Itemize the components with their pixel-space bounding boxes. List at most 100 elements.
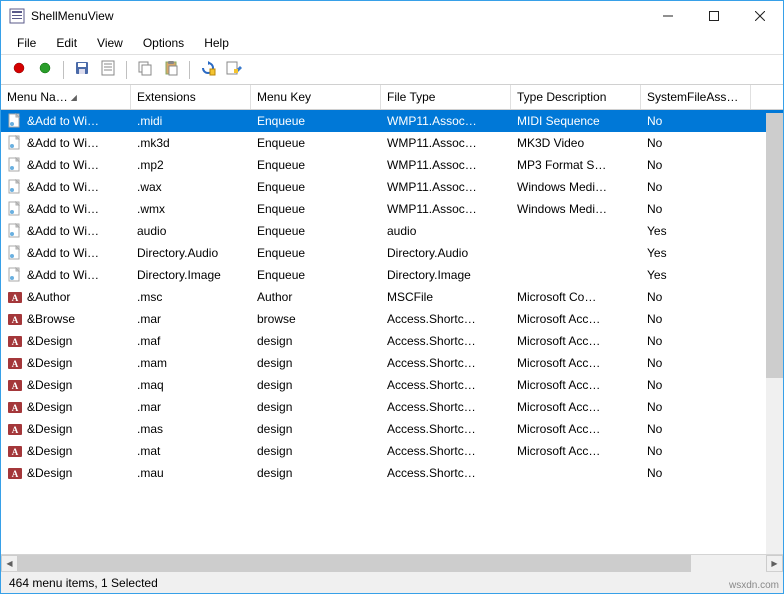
cell-text: &Add to Wi… [27, 158, 99, 172]
table-cell: &Add to Wi… [1, 133, 131, 153]
table-row[interactable]: A&Author.mscAuthorMSCFileMicrosoft Co…No [1, 286, 783, 308]
table-row[interactable]: A&Design.matdesignAccess.Shortc…Microsof… [1, 440, 783, 462]
table-cell: Yes [641, 266, 751, 284]
copy-button[interactable] [133, 58, 157, 82]
table-cell: audio [381, 222, 511, 240]
table-cell: .msc [131, 288, 251, 306]
table-cell: No [641, 178, 751, 196]
column-header[interactable]: File Type [381, 85, 511, 109]
table-cell: No [641, 442, 751, 460]
table-cell: .mas [131, 420, 251, 438]
red-dot-button[interactable] [7, 58, 31, 82]
table-cell: .mar [131, 398, 251, 416]
table-cell: design [251, 420, 381, 438]
properties-icon [100, 60, 116, 79]
table-body: &Add to Wi….midiEnqueueWMP11.Assoc…MIDI … [1, 110, 783, 484]
scrollbar-track[interactable] [18, 555, 766, 572]
table-cell: &Add to Wi… [1, 265, 131, 285]
menu-view[interactable]: View [87, 33, 133, 53]
app-icon [9, 8, 25, 24]
table-row[interactable]: A&Design.masdesignAccess.Shortc…Microsof… [1, 418, 783, 440]
table-cell: Enqueue [251, 200, 381, 218]
green-dot-button[interactable] [33, 58, 57, 82]
table-row[interactable]: A&Design.maudesignAccess.Shortc…No [1, 462, 783, 484]
table-cell: Enqueue [251, 112, 381, 130]
row-icon [7, 223, 23, 239]
statusbar: 464 menu items, 1 Selected [1, 571, 783, 593]
toolbar [1, 55, 783, 85]
table-row[interactable]: &Add to Wi….waxEnqueueWMP11.Assoc…Window… [1, 176, 783, 198]
svg-text:A: A [12, 337, 19, 347]
table-cell: Access.Shortc… [381, 464, 511, 482]
refresh-button[interactable] [196, 58, 220, 82]
column-header[interactable]: Menu Key [251, 85, 381, 109]
titlebar[interactable]: ShellMenuView [1, 1, 783, 31]
table-cell: No [641, 112, 751, 130]
table-cell: A&Design [1, 397, 131, 417]
cell-text: &Add to Wi… [27, 114, 99, 128]
table-cell: &Add to Wi… [1, 243, 131, 263]
scroll-left-arrow[interactable]: ◀ [1, 555, 18, 572]
save-button[interactable] [70, 58, 94, 82]
table-row[interactable]: &Add to Wi….midiEnqueueWMP11.Assoc…MIDI … [1, 110, 783, 132]
menu-file[interactable]: File [7, 33, 46, 53]
properties-button[interactable] [96, 58, 120, 82]
table-row[interactable]: A&Design.mamdesignAccess.Shortc…Microsof… [1, 352, 783, 374]
cell-text: &Browse [27, 312, 75, 326]
table-cell: Directory.Audio [381, 244, 511, 262]
column-label: File Type [387, 90, 435, 104]
column-header[interactable]: Type Description [511, 85, 641, 109]
table-row[interactable]: &Add to Wi….mp2EnqueueWMP11.Assoc…MP3 Fo… [1, 154, 783, 176]
minimize-button[interactable] [645, 1, 691, 31]
table-view[interactable]: Menu Na…◢ExtensionsMenu Key File Type Type… [1, 85, 783, 554]
table-cell: design [251, 354, 381, 372]
table-cell [511, 251, 641, 255]
table-cell: Enqueue [251, 222, 381, 240]
scrollbar-thumb[interactable] [766, 113, 783, 378]
table-cell: No [641, 332, 751, 350]
table-row[interactable]: A&Browse.marbrowseAccess.Shortc…Microsof… [1, 308, 783, 330]
table-cell: Microsoft Acc… [511, 354, 641, 372]
horizontal-scrollbar[interactable]: ◀ ▶ [1, 554, 783, 571]
table-cell: design [251, 398, 381, 416]
table-row[interactable]: &Add to Wi….mk3dEnqueueWMP11.Assoc…MK3D … [1, 132, 783, 154]
close-button[interactable] [737, 1, 783, 31]
table-row[interactable]: A&Design.mardesignAccess.Shortc…Microsof… [1, 396, 783, 418]
table-row[interactable]: &Add to Wi…Directory.ImageEnqueueDirecto… [1, 264, 783, 286]
scrollbar-thumb[interactable] [18, 555, 691, 572]
row-icon [7, 113, 23, 129]
column-header[interactable]: Menu Na…◢ [1, 85, 131, 109]
scroll-right-arrow[interactable]: ▶ [766, 555, 783, 572]
cell-text: &Design [27, 378, 72, 392]
app-window: ShellMenuView FileEditViewOptionsHelp Me… [0, 0, 784, 594]
table-cell: Access.Shortc… [381, 332, 511, 350]
table-row[interactable]: A&Design.mafdesignAccess.Shortc…Microsof… [1, 330, 783, 352]
vertical-scrollbar[interactable] [766, 113, 783, 554]
red-dot-icon [12, 61, 26, 78]
menu-help[interactable]: Help [194, 33, 239, 53]
menu-options[interactable]: Options [133, 33, 194, 53]
table-cell: A&Design [1, 419, 131, 439]
menu-edit[interactable]: Edit [46, 33, 87, 53]
window-title: ShellMenuView [31, 9, 645, 23]
table-row[interactable]: &Add to Wi….wmxEnqueueWMP11.Assoc…Window… [1, 198, 783, 220]
table-row[interactable]: &Add to Wi…audioEnqueueaudioYes [1, 220, 783, 242]
column-header[interactable]: Extensions [131, 85, 251, 109]
maximize-button[interactable] [691, 1, 737, 31]
table-cell: No [641, 398, 751, 416]
copy-icon [137, 60, 153, 79]
paste-button[interactable] [159, 58, 183, 82]
row-icon: A [7, 465, 23, 481]
row-icon: A [7, 377, 23, 393]
svg-text:A: A [12, 447, 19, 457]
svg-text:A: A [12, 425, 19, 435]
table-cell: MSCFile [381, 288, 511, 306]
table-cell: Directory.Image [381, 266, 511, 284]
row-icon: A [7, 289, 23, 305]
table-row[interactable]: A&Design.maqdesignAccess.Shortc…Microsof… [1, 374, 783, 396]
column-header[interactable]: SystemFileAss… [641, 85, 751, 109]
find-button[interactable] [222, 58, 246, 82]
table-cell: No [641, 288, 751, 306]
table-row[interactable]: &Add to Wi…Directory.AudioEnqueueDirecto… [1, 242, 783, 264]
status-text: 464 menu items, 1 Selected [9, 576, 158, 590]
